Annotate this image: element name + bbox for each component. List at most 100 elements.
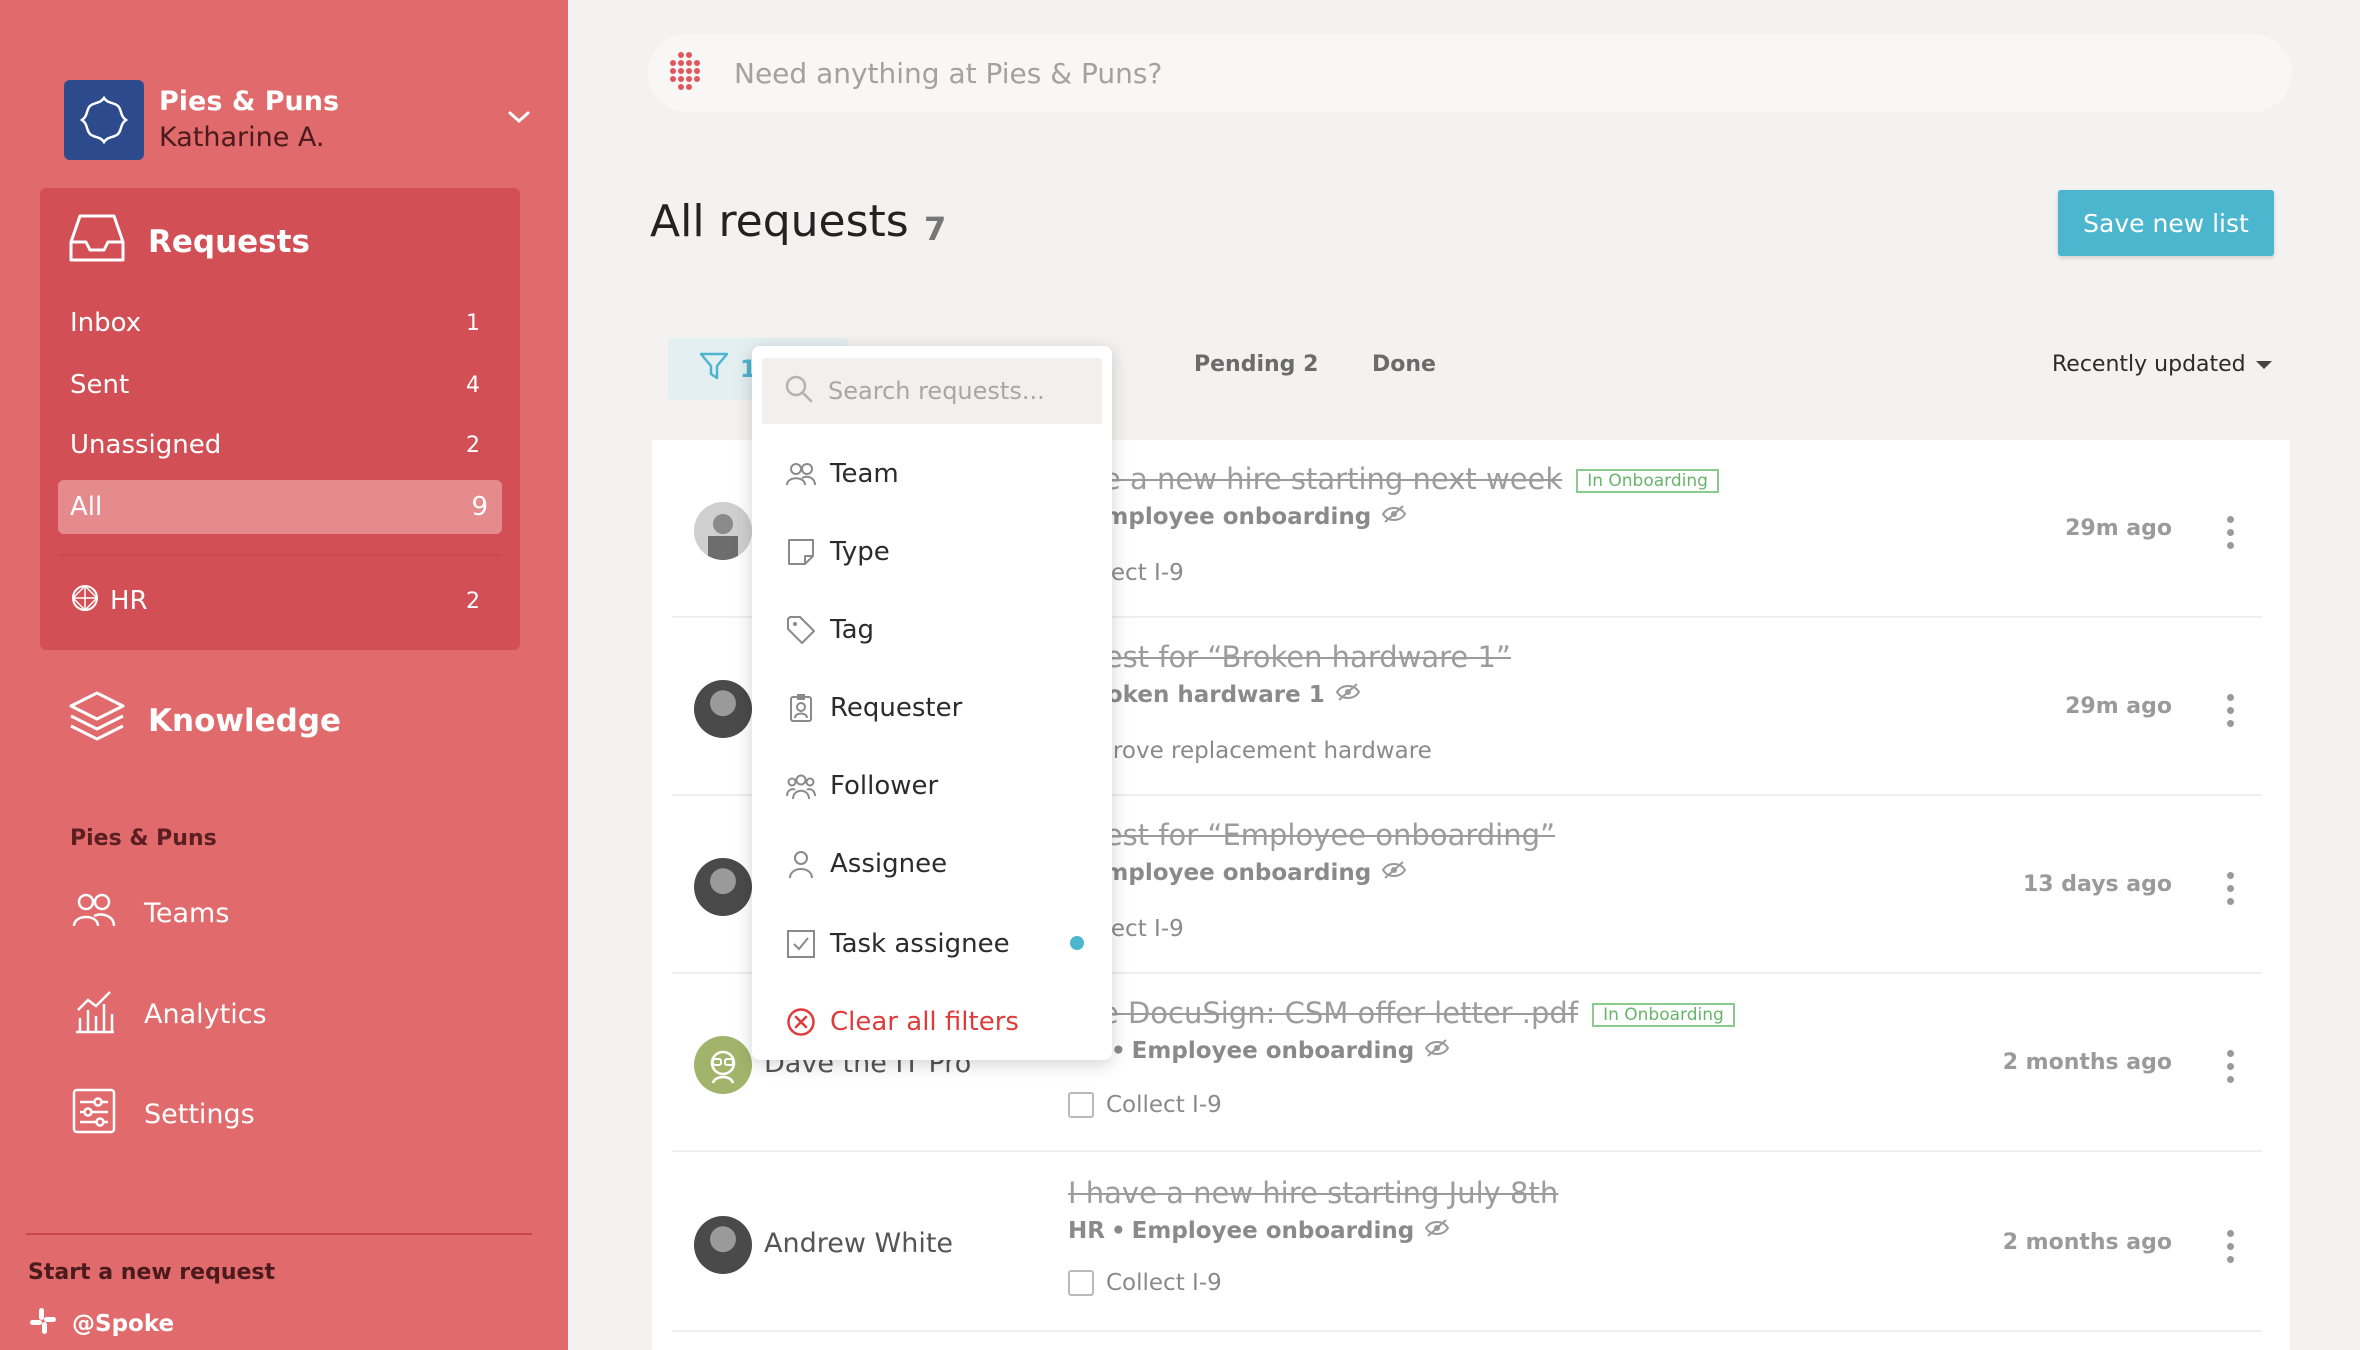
chevron-down-icon[interactable]	[504, 102, 534, 136]
nav-item-team-hr[interactable]: HR 2	[70, 574, 492, 628]
sort-dropdown[interactable]: Recently updated	[2052, 352, 2272, 377]
sidebar-item-settings[interactable]: Settings	[72, 1088, 255, 1141]
spoke-dots-icon	[666, 50, 708, 96]
filter-option-task-assignee[interactable]: Task assignee	[784, 920, 1084, 968]
workspace-logo	[64, 80, 144, 160]
global-search-input[interactable]	[734, 56, 2134, 90]
more-options-icon[interactable]	[2226, 1050, 2234, 1083]
request-title-text: quest for “Employee onboarding”	[1068, 818, 1556, 852]
group-icon	[784, 772, 818, 800]
request-title-text: ave a new hire starting next week	[1068, 462, 1563, 496]
tab-pending[interactable]: Pending 2	[1194, 352, 1318, 377]
request-meta: •Employee onboarding	[1068, 504, 1407, 530]
filter-option-requester[interactable]: Requester	[784, 684, 1084, 732]
request-team: HR	[1068, 1218, 1105, 1244]
people-icon	[784, 462, 818, 486]
sidebar-item-label: Teams	[144, 898, 230, 929]
close-circle-icon	[784, 1007, 818, 1037]
search-icon	[784, 374, 814, 408]
nav-item-unassigned[interactable]: Unassigned 2	[70, 418, 492, 472]
filter-search-input[interactable]	[828, 377, 1088, 405]
layers-icon	[68, 690, 126, 752]
filter-option-tag[interactable]: Tag	[784, 606, 1084, 654]
eye-slash-icon	[1381, 504, 1407, 530]
avatar	[694, 1216, 752, 1274]
task-label: Collect I-9	[1106, 1270, 1222, 1296]
request-title[interactable]: I have a new hire starting July 8th	[1068, 1176, 1558, 1210]
requests-nav-header[interactable]: Requests	[68, 214, 310, 270]
global-search[interactable]	[648, 34, 2292, 112]
requester-name: Andrew White	[764, 1228, 954, 1259]
eye-slash-icon	[1424, 1218, 1450, 1244]
nav-item-label: HR	[110, 586, 148, 616]
request-title[interactable]: quest for “Employee onboarding”	[1068, 818, 1555, 852]
slack-handle: @Spoke	[72, 1311, 175, 1337]
requests-nav-title: Requests	[148, 224, 310, 260]
requests-nav-panel: Requests Inbox 1 Sent 4 Unassigned 2 All…	[40, 188, 520, 650]
filter-option-assignee[interactable]: Assignee	[784, 840, 1084, 888]
start-request-link[interactable]: Start a new request	[28, 1260, 275, 1285]
avatar	[694, 858, 752, 916]
more-options-icon[interactable]	[2226, 1230, 2234, 1263]
request-row[interactable]: Andrew White I have a new hire starting …	[672, 1154, 2262, 1332]
filter-option-label: Type	[830, 537, 890, 567]
tab-done[interactable]: Done	[1372, 352, 1436, 377]
filter-option-label: Team	[830, 459, 899, 489]
request-meta: •Employee onboarding	[1068, 860, 1407, 886]
sidebar-item-analytics[interactable]: Analytics	[72, 988, 267, 1041]
nav-item-count: 9	[471, 492, 488, 522]
nav-item-label: All	[70, 492, 103, 522]
filter-option-label: Assignee	[830, 849, 948, 879]
request-title[interactable]: ase DocuSign: CSM offer letter .pdf In On…	[1068, 996, 1735, 1030]
updated-time: 29m ago	[2065, 694, 2172, 719]
updated-time: 2 months ago	[2002, 1050, 2172, 1075]
filter-option-label: Tag	[830, 615, 875, 645]
active-filter-indicator	[1070, 936, 1084, 950]
workspace-name: Pies & Puns	[159, 86, 340, 117]
nav-item-all[interactable]: All 9	[58, 480, 502, 534]
more-options-icon[interactable]	[2226, 694, 2234, 727]
filter-option-type[interactable]: Type	[784, 528, 1084, 576]
request-type: Employee onboarding	[1088, 504, 1372, 530]
sidebar-item-teams[interactable]: Teams	[72, 892, 229, 935]
person-icon	[784, 849, 818, 879]
request-type: Employee onboarding	[1131, 1038, 1415, 1064]
task-checkbox[interactable]	[1068, 1092, 1094, 1118]
request-title[interactable]: ave a new hire starting next week In Onbo…	[1068, 462, 1719, 496]
task-label: Collect I-9	[1106, 1092, 1222, 1118]
avatar	[694, 680, 752, 738]
filter-option-label: Requester	[830, 693, 963, 723]
more-options-icon[interactable]	[2226, 516, 2234, 549]
nav-item-sent[interactable]: Sent 4	[70, 358, 492, 412]
request-task: Approve replacement hardware	[1068, 738, 1432, 764]
knowledge-label: Knowledge	[148, 703, 342, 739]
request-title[interactable]: quest for “Broken hardware 1”	[1068, 640, 1511, 674]
nav-item-count: 1	[466, 310, 480, 336]
id-badge-icon	[784, 693, 818, 723]
slack-icon	[28, 1306, 58, 1342]
request-title-text: ase DocuSign: CSM offer letter .pdf	[1068, 996, 1579, 1030]
more-options-icon[interactable]	[2226, 872, 2234, 905]
filter-option-follower[interactable]: Follower	[784, 762, 1084, 810]
request-task: Collect I-9	[1068, 1092, 1222, 1118]
eye-slash-icon	[1424, 1038, 1450, 1064]
knowledge-link[interactable]: Knowledge	[68, 690, 341, 752]
tag-icon	[784, 615, 818, 645]
slack-shortcut[interactable]: @Spoke	[28, 1306, 174, 1342]
workspace-switcher[interactable]: Pies & Puns Katharine A.	[64, 80, 534, 160]
clear-all-filters-button[interactable]: Clear all filters	[784, 998, 1084, 1046]
people-icon	[72, 892, 116, 935]
save-new-list-button[interactable]: Save new list	[2058, 190, 2274, 256]
request-meta: HR•Employee onboarding	[1068, 1038, 1450, 1064]
request-type: Employee onboarding	[1088, 860, 1372, 886]
task-checkbox[interactable]	[1068, 1270, 1094, 1296]
eye-slash-icon	[1335, 682, 1361, 708]
filter-option-team[interactable]: Team	[784, 450, 1084, 498]
nav-item-inbox[interactable]: Inbox 1	[70, 296, 492, 350]
avatar	[694, 502, 752, 560]
settings-sliders-icon	[72, 1088, 116, 1141]
sort-label: Recently updated	[2052, 352, 2246, 377]
request-count: 7	[924, 210, 947, 248]
filter-search[interactable]	[762, 358, 1102, 424]
avatar	[694, 1036, 752, 1094]
